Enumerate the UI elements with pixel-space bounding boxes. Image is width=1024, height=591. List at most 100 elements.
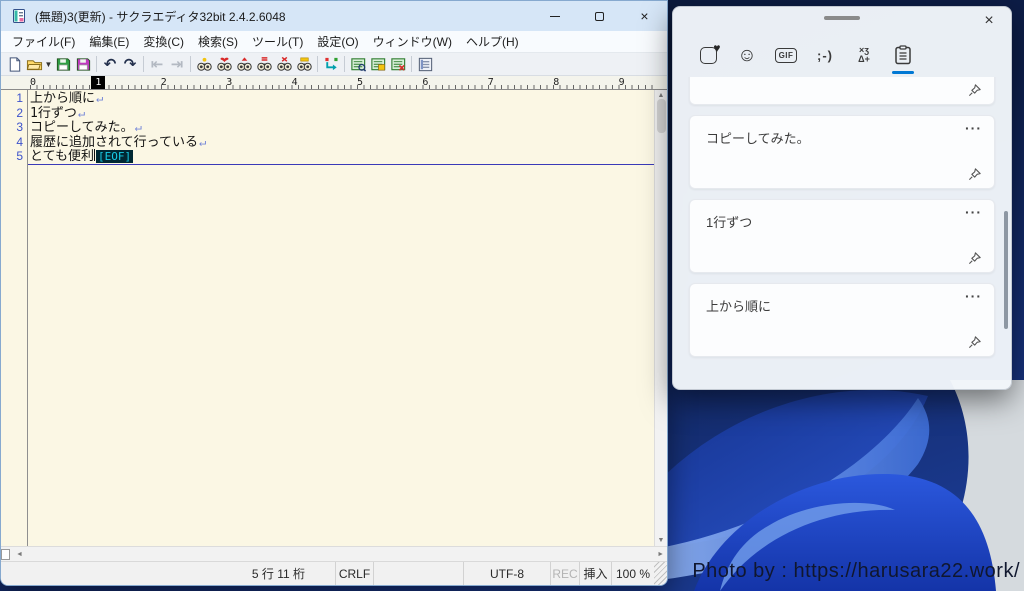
panel-scrollbar[interactable] <box>1004 211 1008 329</box>
clipboard-item[interactable]: コピーしてみた。 ··· <box>689 115 995 189</box>
clipboard-item-text: コピーしてみた。 <box>706 128 810 147</box>
ruler-number: 7 <box>488 76 494 89</box>
clipboard-icon <box>894 45 912 65</box>
clipboard-item-partial[interactable] <box>689 77 995 105</box>
ruler-number: 8 <box>553 76 559 89</box>
more-options-icon[interactable]: ··· <box>965 120 982 136</box>
line-number: 1 <box>1 91 27 106</box>
horizontal-scrollbar[interactable]: ◄ ► <box>1 546 667 561</box>
eof-mark: [EOF] <box>96 150 133 163</box>
resize-grip[interactable] <box>654 562 667 585</box>
maximize-button[interactable] <box>577 1 622 31</box>
tab-clipboard[interactable] <box>888 38 918 72</box>
close-icon: × <box>640 9 648 23</box>
tab-kaomoji[interactable]: ;-) <box>810 38 840 72</box>
grep-replace-icon <box>370 56 387 73</box>
toggle-mark-button[interactable] <box>321 54 341 74</box>
menu-item[interactable]: 検索(S) <box>191 31 245 52</box>
code-lines[interactable]: 上から順に↵1行ずつ↵コピーしてみた。↵履歴に追加されて行っている↵とても便利[… <box>28 90 654 546</box>
menu-item[interactable]: 設定(O) <box>310 31 365 52</box>
editor-line[interactable]: 履歴に追加されて行っている↵ <box>28 135 654 150</box>
new-file-button[interactable] <box>4 54 24 74</box>
split-handle[interactable] <box>1 549 10 560</box>
find-previous-button[interactable] <box>254 54 274 74</box>
jump-previous-button[interactable]: ⇤ <box>147 54 167 74</box>
find-icon <box>196 56 213 73</box>
editor-line[interactable]: とても便利[EOF] <box>28 149 654 165</box>
menu-item[interactable]: ファイル(F) <box>5 31 82 52</box>
find-button[interactable] <box>194 54 214 74</box>
text-caret <box>94 149 95 161</box>
line-text: 履歴に追加されて行っている <box>30 135 198 150</box>
open-file-dropdown[interactable]: ▼ <box>44 54 53 74</box>
menu-item[interactable]: 変換(C) <box>136 31 191 52</box>
panel-close-button[interactable]: × <box>977 9 1001 33</box>
menu-item[interactable]: 編集(E) <box>82 31 136 52</box>
save-all-button[interactable] <box>73 54 93 74</box>
scroll-right-icon[interactable]: ► <box>654 551 667 558</box>
grep-button[interactable] <box>348 54 368 74</box>
compare-files-icon <box>390 56 407 73</box>
scroll-up-icon[interactable]: ▲ <box>658 92 665 99</box>
input-mode-indicator: 挿入 <box>579 562 611 585</box>
line-number: 2 <box>1 106 27 121</box>
tab-symbols[interactable]: ×ʒ Δ+ <box>849 38 879 72</box>
newline-mark: ↵ <box>135 120 142 134</box>
vertical-scroll-thumb[interactable] <box>657 99 666 133</box>
editor-line[interactable]: 上から順に↵ <box>28 91 654 106</box>
menu-item[interactable]: ウィンドウ(W) <box>366 31 459 52</box>
type-list-button[interactable] <box>415 54 435 74</box>
editor-line[interactable]: コピーしてみた。↵ <box>28 120 654 135</box>
tab-most-recently-used[interactable]: ♥ <box>693 38 723 72</box>
clipboard-history-panel: × ♥ ☺ GIF ;-) ×ʒ Δ+ <box>672 6 1012 390</box>
menu-item[interactable]: ツール(T) <box>245 31 310 52</box>
more-options-icon[interactable]: ··· <box>965 288 982 304</box>
ruler-number: 9 <box>619 76 625 89</box>
menu-item[interactable]: ヘルプ(H) <box>459 31 526 52</box>
open-folder-icon <box>26 56 43 73</box>
more-options-icon[interactable]: ··· <box>965 204 982 220</box>
tab-gif[interactable]: GIF <box>771 38 801 72</box>
undo-button[interactable]: ↶ <box>100 54 120 74</box>
scroll-left-icon[interactable]: ◄ <box>13 551 26 558</box>
pin-icon[interactable] <box>967 251 982 266</box>
status-bar: 5 行 11 桁 CRLF UTF-8 REC 挿入 100 % <box>1 561 667 585</box>
tab-emoji[interactable]: ☺ <box>732 38 762 72</box>
text-area[interactable]: 12345 上から順に↵1行ずつ↵コピーしてみた。↵履歴に追加されて行っている↵… <box>1 90 667 546</box>
line-number: 3 <box>1 120 27 135</box>
window-title: (無題)3(更新) - サクラエディタ32bit 2.4.2.6048 <box>35 8 532 25</box>
pin-icon[interactable] <box>967 167 982 182</box>
close-button[interactable]: × <box>622 1 667 31</box>
find-in-files-button[interactable] <box>294 54 314 74</box>
clipboard-item[interactable]: 1行ずつ ··· <box>689 199 995 273</box>
title-bar: (無題)3(更新) - サクラエディタ32bit 2.4.2.6048 × <box>1 1 667 31</box>
zoom-level-indicator: 100 % <box>611 562 654 585</box>
scroll-down-icon[interactable]: ▼ <box>658 537 665 544</box>
find-next-button[interactable] <box>234 54 254 74</box>
minimize-button[interactable] <box>532 1 577 31</box>
editor-line[interactable]: 1行ずつ↵ <box>28 106 654 121</box>
jump-next-button[interactable]: ⇥ <box>167 54 187 74</box>
redo-button[interactable]: ↷ <box>120 54 140 74</box>
clipboard-item-text: 上から順に <box>706 296 771 315</box>
toolbar-separator <box>317 56 318 72</box>
vertical-scrollbar[interactable]: ▲ ▼ <box>654 90 667 546</box>
find-bookmark-button[interactable] <box>214 54 234 74</box>
pin-icon[interactable] <box>967 83 982 98</box>
toolbar-separator <box>411 56 412 72</box>
ruler-number: 4 <box>292 76 298 89</box>
grep-replace-button[interactable] <box>368 54 388 74</box>
sakura-editor-icon <box>11 8 27 24</box>
line-text: 上から順に <box>30 91 95 106</box>
ruler-number: 0 <box>30 76 36 89</box>
replace-button[interactable] <box>274 54 294 74</box>
panel-tabs: ♥ ☺ GIF ;-) ×ʒ Δ+ <box>673 33 1011 77</box>
save-button[interactable] <box>53 54 73 74</box>
open-file-button[interactable] <box>24 54 44 74</box>
clipboard-item[interactable]: 上から順に ··· <box>689 283 995 357</box>
pin-icon[interactable] <box>967 335 982 350</box>
type-list-icon <box>417 56 434 73</box>
compare-files-button[interactable] <box>388 54 408 74</box>
drag-handle[interactable] <box>824 16 860 20</box>
line-number-gutter: 12345 <box>1 90 28 546</box>
